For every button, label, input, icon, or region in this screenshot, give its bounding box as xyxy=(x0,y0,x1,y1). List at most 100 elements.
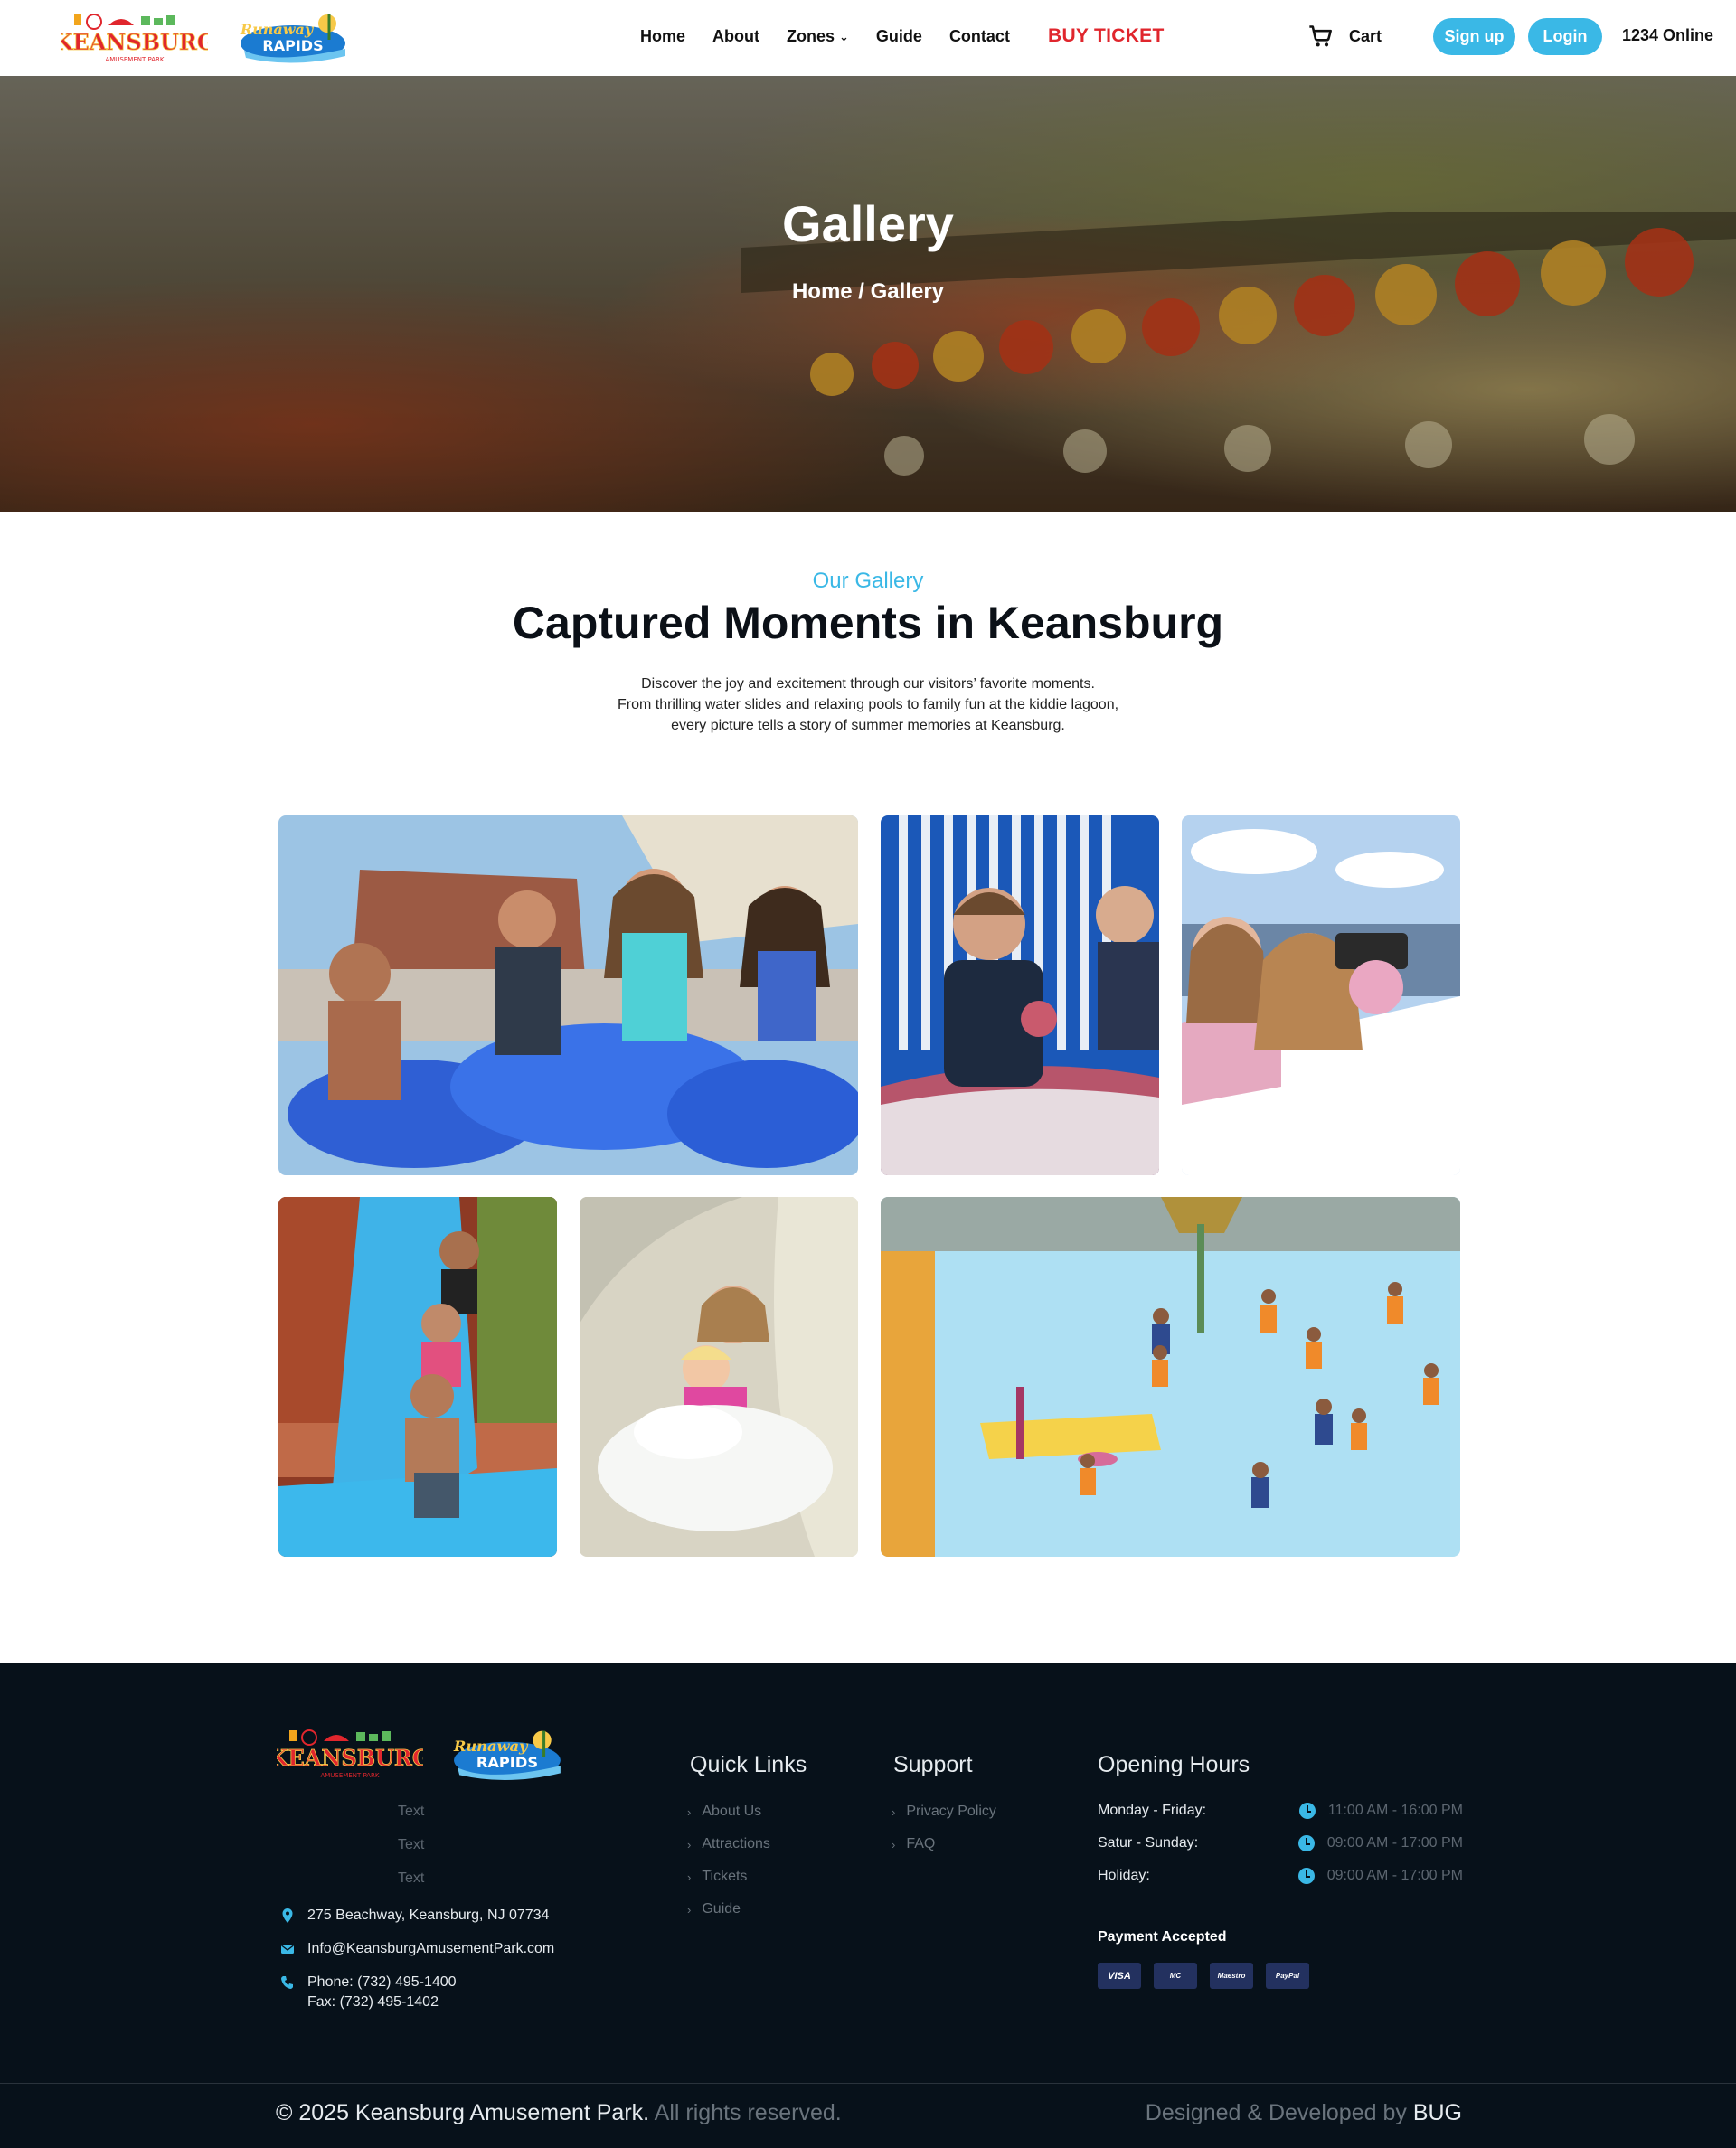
footer-placeholder-text: Text xyxy=(398,1804,425,1819)
hours-time: 09:00 AM - 17:00 PM xyxy=(1326,1868,1463,1883)
footer-link-tickets[interactable]: › Tickets xyxy=(687,1861,770,1893)
hours-day: Holiday: xyxy=(1098,1868,1150,1883)
hours-day: Monday - Friday: xyxy=(1098,1803,1207,1818)
login-button[interactable]: Login xyxy=(1528,18,1602,55)
svg-text:AMUSEMENT PARK: AMUSEMENT PARK xyxy=(320,1772,379,1779)
gallery-photo-kiddie-lagoon-crowd[interactable] xyxy=(881,1197,1460,1557)
footer-address: 275 Beachway, Keansburg, NJ 07734 xyxy=(280,1906,549,1926)
site-header: KEANSBURG AMUSEMENT PARK Runaway RAPIDS … xyxy=(0,0,1736,76)
payment-methods: VISA MC Maestro PayPal xyxy=(1098,1963,1309,1989)
footer-link-attractions[interactable]: › Attractions xyxy=(687,1828,770,1861)
copyright: © 2025 Keansburg Amusement Park. All rig… xyxy=(276,2100,842,2126)
clock-icon xyxy=(1297,1835,1315,1851)
svg-text:KEANSBURG: KEANSBURG xyxy=(61,29,208,55)
chevron-right-icon: › xyxy=(687,1837,692,1851)
nav-zones[interactable]: Zones ⌄ xyxy=(787,27,849,46)
hours-time: 11:00 AM - 16:00 PM xyxy=(1327,1803,1463,1818)
cart-link[interactable]: Cart xyxy=(1307,24,1382,49)
chevron-right-icon: › xyxy=(687,1804,692,1819)
svg-text:RAPIDS: RAPIDS xyxy=(476,1754,538,1771)
online-count: 1234 Online xyxy=(1622,26,1714,44)
section-eyebrow: Our Gallery xyxy=(812,569,924,593)
gallery-photo-water-park-tubes[interactable] xyxy=(278,815,858,1175)
hours-row: Satur - Sunday: 09:00 AM - 17:00 PM xyxy=(1098,1835,1463,1851)
footer-placeholder-text: Text xyxy=(398,1837,425,1852)
nav-zones-label: Zones xyxy=(787,27,835,45)
fax-text: Fax: (732) 495-1402 xyxy=(307,1994,439,2010)
phone-icon xyxy=(281,1976,293,1989)
gallery-photo-kiddie-boat-ride[interactable] xyxy=(881,815,1159,1175)
clock-icon xyxy=(1297,1868,1315,1884)
chevron-down-icon: ⌄ xyxy=(839,29,849,43)
runaway-rapids-logo[interactable]: Runaway RAPIDS xyxy=(239,9,353,65)
page-title: Gallery xyxy=(782,195,954,252)
footer-link-label: Attractions xyxy=(702,1836,770,1851)
gallery-photo-family-water-slide[interactable] xyxy=(278,1197,557,1557)
site-footer xyxy=(0,1663,1736,2148)
nav-about[interactable]: About xyxy=(712,27,760,46)
main-nav: Home About Zones ⌄ Guide Contact xyxy=(640,27,1037,46)
footer-link-guide[interactable]: › Guide xyxy=(687,1893,770,1926)
svg-text:AMUSEMENT PARK: AMUSEMENT PARK xyxy=(105,56,164,63)
support-title: Support xyxy=(893,1752,973,1777)
breadcrumb: Home / Gallery xyxy=(791,279,945,304)
footer-link-faq[interactable]: › FAQ xyxy=(892,1828,996,1861)
intro-line: every picture tells a story of summer me… xyxy=(671,718,1065,733)
gallery-photo-kiddie-plane-ride[interactable] xyxy=(1182,815,1460,1175)
footer-link-label: About Us xyxy=(702,1804,762,1819)
intro-line: From thrilling water slides and relaxing… xyxy=(617,697,1119,712)
footer-link-label: Privacy Policy xyxy=(906,1804,996,1819)
opening-hours-title: Opening Hours xyxy=(1098,1752,1250,1777)
keansburg-logo[interactable]: KEANSBURG AMUSEMENT PARK xyxy=(53,11,216,65)
footer-link-about-us[interactable]: › About Us xyxy=(687,1795,770,1828)
clock-icon xyxy=(1298,1803,1316,1819)
svg-text:Runaway: Runaway xyxy=(240,21,315,38)
credits: Designed & Developed by BUG xyxy=(1146,2100,1462,2126)
hours-day: Satur - Sunday: xyxy=(1098,1835,1199,1851)
quick-links-list: › About Us › Attractions › Tickets › Guide xyxy=(687,1795,770,1926)
envelope-icon xyxy=(281,1945,294,1954)
email-text: Info@KeansburgAmusementPark.com xyxy=(307,1941,555,1956)
chevron-right-icon: › xyxy=(687,1902,692,1917)
gallery-photo-splash-slide[interactable] xyxy=(580,1197,858,1557)
footer-bottom-divider xyxy=(0,2083,1736,2084)
cart-icon xyxy=(1309,25,1332,47)
svg-text:KEANSBURG: KEANSBURG xyxy=(277,1745,423,1771)
paypal-icon: PayPal xyxy=(1266,1963,1309,1989)
address-text: 275 Beachway, Keansburg, NJ 07734 xyxy=(307,1908,550,1923)
quick-links-title: Quick Links xyxy=(690,1752,807,1777)
support-list: › Privacy Policy › FAQ xyxy=(892,1795,996,1861)
footer-link-label: Guide xyxy=(702,1901,741,1917)
hours-time: 09:00 AM - 17:00 PM xyxy=(1326,1835,1463,1851)
nav-home[interactable]: Home xyxy=(640,27,685,46)
map-pin-icon xyxy=(282,1908,293,1923)
credits-brand-link[interactable]: BUG xyxy=(1413,2100,1462,2125)
footer-link-label: Tickets xyxy=(702,1869,748,1884)
chevron-right-icon: › xyxy=(687,1870,692,1884)
hours-row: Holiday: 09:00 AM - 17:00 PM xyxy=(1098,1868,1463,1884)
signup-button[interactable]: Sign up xyxy=(1433,18,1515,55)
mastercard-icon: MC xyxy=(1154,1963,1197,1989)
section-headline: Captured Moments in Keansburg xyxy=(512,598,1224,648)
payment-title: Payment Accepted xyxy=(1098,1929,1227,1945)
cart-label: Cart xyxy=(1349,26,1382,45)
footer-email[interactable]: Info@KeansburgAmusementPark.com xyxy=(280,1939,554,1959)
footer-link-privacy-policy[interactable]: › Privacy Policy xyxy=(892,1795,996,1828)
phone-text: Phone: (732) 495-1400 xyxy=(307,1974,457,1990)
copyright-main: © 2025 Keansburg Amusement Park. xyxy=(276,2100,650,2125)
visa-card-icon: VISA xyxy=(1098,1963,1141,1989)
nav-guide[interactable]: Guide xyxy=(876,27,922,46)
section-intro: Discover the joy and excitement through … xyxy=(0,674,1736,736)
copyright-rest: All rights reserved. xyxy=(649,2100,842,2125)
footer-phone: Phone: (732) 495-1400 Fax: (732) 495-140… xyxy=(280,1973,457,2012)
hero-banner: Gallery Home / Gallery xyxy=(0,76,1736,512)
footer-runaway-rapids-logo[interactable]: Runaway RAPIDS xyxy=(452,1725,568,1783)
svg-text:Runaway: Runaway xyxy=(453,1738,529,1755)
intro-line: Discover the joy and excitement through … xyxy=(641,676,1095,692)
chevron-right-icon: › xyxy=(892,1804,896,1819)
footer-link-label: FAQ xyxy=(906,1836,936,1851)
chevron-right-icon: › xyxy=(892,1837,896,1851)
buy-ticket-link[interactable]: BUY TICKET xyxy=(1048,25,1165,47)
nav-contact[interactable]: Contact xyxy=(949,27,1010,46)
footer-keansburg-logo[interactable]: KEANSBURG AMUSEMENT PARK xyxy=(269,1727,431,1783)
